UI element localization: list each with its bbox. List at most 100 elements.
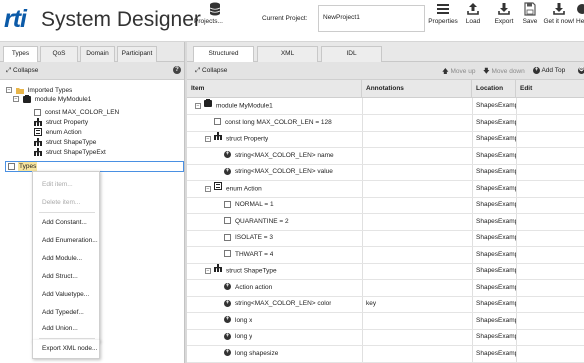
edit-cell[interactable] [520, 346, 580, 362]
table-row[interactable]: + long x ShapesExample.xr [187, 313, 584, 330]
settings-button[interactable]: ⚙ [578, 67, 584, 74]
edit-cell[interactable] [520, 148, 580, 164]
item-cell[interactable]: ISOLATE = 3 [215, 230, 273, 246]
item-cell[interactable]: + string<MAX_COLOR_LEN> color [215, 296, 331, 312]
table-row[interactable]: + Action action ShapesExample.xr [187, 280, 584, 297]
table-row[interactable]: − struct ShapeType ShapesExample.xr [187, 263, 584, 280]
table-row[interactable]: + long y ShapesExample.xr [187, 329, 584, 346]
edit-cell[interactable] [520, 115, 580, 131]
collapse-toggle-icon[interactable]: − [205, 185, 211, 192]
projects-button[interactable]: Projects... [190, 2, 240, 38]
move-up-button[interactable]: 🡅 Move up [442, 67, 475, 78]
table-row[interactable]: + string<MAX_COLOR_LEN> name ShapesExample… [187, 148, 584, 165]
edit-cell[interactable] [520, 197, 580, 213]
tab-structured[interactable]: Structured [193, 46, 254, 63]
item-cell[interactable]: + string<MAX_COLOR_LEN> name [215, 148, 334, 164]
table-row[interactable]: − module MyModule1 ShapesExample.xr [187, 98, 584, 115]
help-button[interactable]: He [576, 2, 584, 38]
get-it-now-button[interactable]: Get it now! [543, 2, 575, 38]
edit-cell[interactable] [520, 329, 580, 345]
tab-domain[interactable]: Domain [80, 46, 115, 62]
collapse-toggle-icon[interactable]: − [13, 96, 19, 103]
menu-item-add-union[interactable]: Add Union... [33, 320, 99, 338]
edit-cell[interactable] [520, 164, 580, 180]
item-cell[interactable]: + string<MAX_COLOR_LEN> value [215, 164, 333, 180]
tree-label: Imported Types [27, 87, 73, 94]
tree-node-struct-shapetype[interactable]: struct ShapeType [34, 138, 96, 147]
edit-cell[interactable] [520, 263, 580, 279]
table-row[interactable]: + string<MAX_COLOR_LEN> value ShapesExampl… [187, 164, 584, 181]
collapse-button[interactable]: ⤢ Collapse [195, 67, 227, 75]
table-row[interactable]: + long shapesize ShapesExample.xr [187, 346, 584, 363]
collapse-toggle-icon[interactable]: − [6, 87, 12, 94]
menu-item-add-struct[interactable]: Add Struct... [33, 268, 99, 286]
item-cell[interactable]: THWART = 4 [215, 247, 273, 263]
item-cell[interactable]: − enum Action [205, 181, 262, 197]
item-cell[interactable]: − struct ShapeType [205, 263, 277, 279]
menu-item-add-enumeration[interactable]: Add Enumeration... [33, 232, 99, 250]
table-row[interactable]: QUARANTINE = 2 ShapesExample.xr [187, 214, 584, 231]
table-row[interactable]: + string<MAX_COLOR_LEN> color key ShapesExa… [187, 296, 584, 313]
menu-item-add-module[interactable]: Add Module... [33, 250, 99, 268]
edit-cell[interactable] [520, 280, 580, 296]
tree-node-imported-types[interactable]: − Imported Types [6, 86, 72, 95]
location-cell: ShapesExample.xr [476, 184, 516, 192]
edit-cell[interactable] [520, 214, 580, 230]
tab-qos[interactable]: QoS [40, 46, 78, 62]
menu-item-edit[interactable]: Edit item... [33, 176, 99, 194]
item-cell[interactable]: + Action action [215, 280, 272, 296]
column-header-annotations[interactable]: Annotations [362, 80, 472, 98]
menu-item-add-constant[interactable]: Add Constant... [33, 214, 99, 232]
item-cell[interactable]: + long y [215, 329, 252, 345]
column-header-edit[interactable]: Edit [516, 80, 584, 98]
tab-participant[interactable]: Participant [117, 46, 157, 62]
tab-idl[interactable]: IDL [321, 46, 382, 62]
item-cell[interactable]: NORMAL = 1 [215, 197, 274, 213]
menu-item-add-valuetype[interactable]: Add Valuetype... [33, 286, 99, 304]
collapse-button[interactable]: ⤢ Collapse [6, 67, 38, 75]
tree-node-module[interactable]: − module MyModule1 [13, 95, 91, 104]
collapse-toggle-icon[interactable]: − [205, 136, 211, 142]
properties-button[interactable]: Properties [426, 2, 460, 38]
tree-node-const[interactable]: const MAX_COLOR_LEN [34, 108, 119, 117]
menu-item-export-xml[interactable]: Export XML node... [32, 340, 100, 359]
save-button[interactable]: Save [520, 2, 540, 38]
item-cell[interactable]: + long shapesize [215, 346, 278, 362]
annotation-cell[interactable]: key [366, 296, 376, 312]
edit-cell[interactable] [520, 131, 580, 147]
tree-node-struct-property[interactable]: struct Property [34, 118, 88, 127]
table-row[interactable]: − struct Property ShapesExample.xr [187, 131, 584, 148]
current-project-field[interactable]: NewProject1 [318, 5, 425, 32]
edit-cell[interactable] [520, 98, 580, 114]
table-row[interactable]: − enum Action ShapesExample.xr [187, 181, 584, 198]
item-cell[interactable]: − module MyModule1 [195, 98, 273, 114]
item-cell[interactable]: + long x [215, 313, 252, 329]
edit-cell[interactable] [520, 181, 580, 197]
enum-icon [214, 181, 222, 197]
tab-xml[interactable]: XML [257, 46, 318, 62]
item-cell[interactable]: − struct Property [205, 131, 268, 147]
help-icon[interactable]: ? [173, 66, 181, 74]
table-row[interactable]: NORMAL = 1 ShapesExample.xr [187, 197, 584, 214]
column-header-item[interactable]: Item [187, 80, 362, 98]
table-row[interactable]: ISOLATE = 3 ShapesExample.xr [187, 230, 584, 247]
add-top-button[interactable]: + Add Top [533, 67, 565, 74]
tree-node-struct-shapetypeext[interactable]: struct ShapeTypeExt [34, 148, 106, 157]
collapse-toggle-icon[interactable]: − [195, 103, 201, 109]
export-button[interactable]: Export [491, 2, 517, 38]
edit-cell[interactable] [520, 313, 580, 329]
table-row[interactable]: THWART = 4 ShapesExample.xr [187, 247, 584, 264]
tree-node-enum-action[interactable]: enum Action [34, 128, 82, 137]
item-cell[interactable]: QUARANTINE = 2 [215, 214, 289, 230]
move-down-button[interactable]: 🡇 Move down [483, 67, 525, 78]
item-cell[interactable]: const long MAX_COLOR_LEN = 128 [205, 115, 332, 131]
collapse-toggle-icon[interactable]: − [205, 268, 211, 274]
column-header-location[interactable]: Location [472, 80, 516, 98]
table-row[interactable]: const long MAX_COLOR_LEN = 128 ShapesExam… [187, 115, 584, 132]
edit-cell[interactable] [520, 230, 580, 246]
edit-cell[interactable] [520, 296, 580, 312]
edit-cell[interactable] [520, 247, 580, 263]
tab-types[interactable]: Types [3, 46, 38, 63]
menu-item-delete[interactable]: Delete item... [33, 194, 99, 212]
load-button[interactable]: Load [462, 2, 484, 38]
